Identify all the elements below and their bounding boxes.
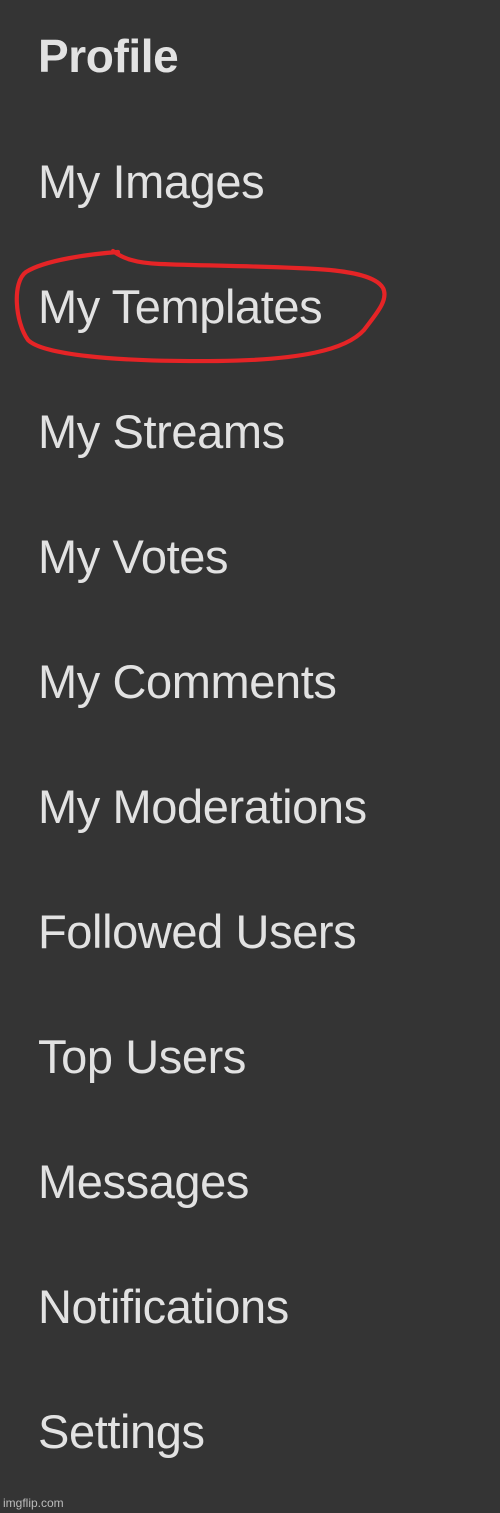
menu-item-my-comments[interactable]: My Comments — [38, 642, 337, 722]
watermark-text: imgflip.com — [3, 1496, 64, 1510]
menu-item-my-votes[interactable]: My Votes — [38, 517, 229, 597]
menu-item-notifications[interactable]: Notifications — [38, 1267, 289, 1347]
menu-item-followed-users[interactable]: Followed Users — [38, 892, 357, 972]
menu-item-messages[interactable]: Messages — [38, 1142, 249, 1222]
user-menu: Profile My Images My Templates My Stream… — [0, 0, 500, 1513]
menu-item-my-moderations[interactable]: My Moderations — [38, 767, 367, 847]
menu-item-top-users[interactable]: Top Users — [38, 1017, 246, 1097]
menu-item-settings[interactable]: Settings — [38, 1392, 205, 1472]
menu-item-profile[interactable]: Profile — [38, 16, 179, 96]
menu-item-my-images[interactable]: My Images — [38, 142, 265, 222]
menu-item-my-streams[interactable]: My Streams — [38, 392, 285, 472]
menu-item-my-templates[interactable]: My Templates — [38, 267, 323, 347]
